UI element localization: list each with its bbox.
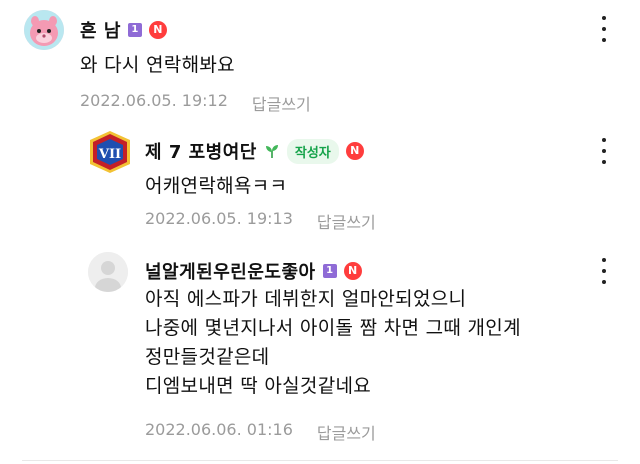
comment-header: 널알게된우린운도좋아 1 N	[145, 258, 362, 284]
comment-line: 나중에 몇년지나서 아이돌 짬 차면 그때 개인계	[145, 317, 521, 339]
author-name[interactable]: 널알게된우린운도좋아	[145, 258, 316, 284]
pink-character-avatar-icon	[24, 10, 64, 50]
new-badge: N	[345, 142, 364, 160]
timestamp: 2022.06.06. 01:16	[145, 420, 293, 439]
level-badge: 1	[322, 264, 337, 278]
author-tag: 작성자	[286, 138, 339, 164]
timestamp: 2022.06.05. 19:12	[80, 91, 228, 110]
comment-header: 흔 남 1 N	[80, 17, 167, 43]
timestamp: 2022.06.05. 19:13	[145, 209, 293, 228]
sprout-icon	[265, 145, 278, 158]
default-user-icon	[88, 252, 128, 292]
svg-text:VII: VII	[98, 147, 121, 162]
comment-header: 제 7 포병여단 작성자 N	[145, 138, 364, 164]
more-vertical-icon[interactable]	[595, 14, 613, 44]
comment-text: 아직 에스파가 데뷔한지 얼마안되었으니 나중에 몇년지나서 아이돌 짬 차면 …	[145, 285, 521, 401]
avatar[interactable]	[88, 252, 128, 292]
author-name[interactable]: 제 7 포병여단	[145, 138, 257, 164]
reply-button[interactable]: 답글쓰기	[252, 91, 311, 115]
level-badge: 1	[127, 23, 142, 37]
author-name[interactable]: 흔 남	[80, 17, 121, 43]
comment-meta: 2022.06.05. 19:12 답글쓰기	[80, 91, 311, 115]
divider	[22, 460, 618, 461]
avatar[interactable]: VII	[88, 130, 132, 174]
avatar[interactable]	[24, 10, 64, 50]
reply-button[interactable]: 답글쓰기	[317, 209, 376, 233]
reply-button[interactable]: 답글쓰기	[317, 420, 376, 444]
more-vertical-icon[interactable]	[595, 256, 613, 286]
military-emblem-icon: VII	[90, 131, 130, 173]
comment-line: 정만들것같은데	[145, 346, 270, 368]
comment-meta: 2022.06.05. 19:13 답글쓰기	[145, 209, 376, 233]
comment-meta: 2022.06.06. 01:16 답글쓰기	[145, 420, 376, 444]
comment-line: 아직 에스파가 데뷔한지 얼마안되었으니	[145, 288, 467, 310]
comment-line: 어캐연락해욕ㅋㅋ	[145, 175, 288, 197]
comment-text: 어캐연락해욕ㅋㅋ	[145, 172, 287, 201]
comment-text: 와 다시 연락해봐요	[80, 51, 235, 80]
new-badge: N	[148, 21, 167, 39]
comment-line: 디엠보내면 딱 아실것같네요	[145, 375, 372, 397]
new-badge: N	[343, 262, 362, 280]
more-vertical-icon[interactable]	[595, 136, 613, 166]
comment-line: 와 다시 연락해봐요	[80, 54, 235, 76]
